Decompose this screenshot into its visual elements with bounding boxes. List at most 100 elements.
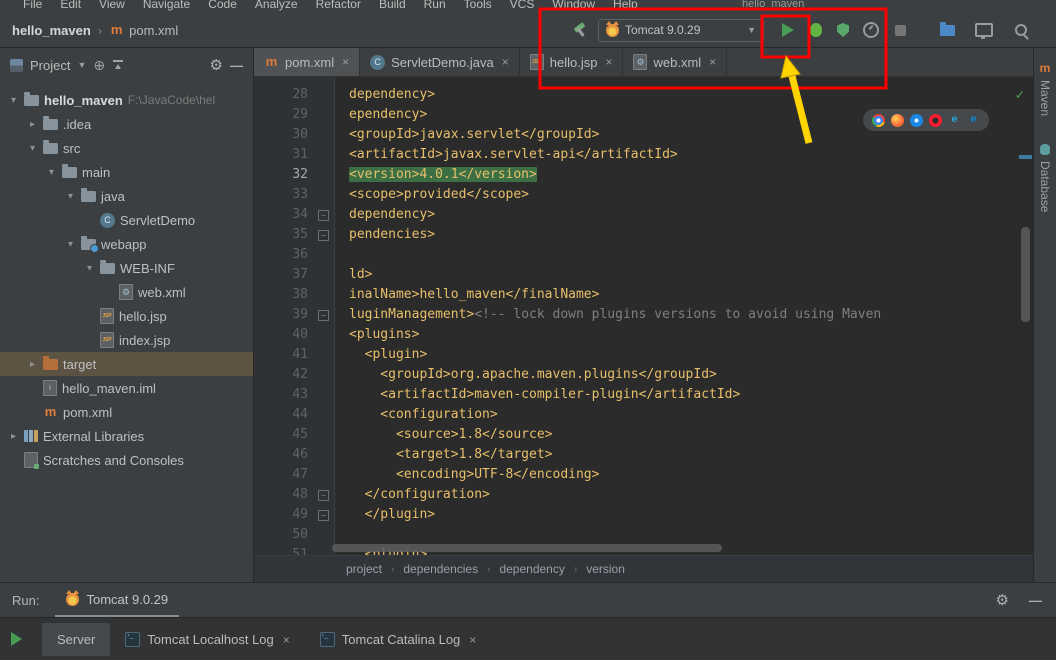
gutter-line[interactable]: 40 bbox=[254, 325, 334, 345]
editor[interactable]: 28 29 30 31 32 33 34 35 36 37 38 39 40 41 42 43 44 45 46 47… bbox=[254, 77, 1033, 555]
close-icon[interactable] bbox=[709, 55, 716, 69]
menu-help[interactable]: Help bbox=[604, 0, 647, 12]
breadcrumb-project[interactable]: hello_maven bbox=[12, 23, 91, 38]
gutter-line[interactable]: 31 bbox=[254, 145, 334, 165]
gutter-line[interactable]: 50 bbox=[254, 525, 334, 545]
code-line[interactable]: <artifactId>maven-compiler-plugin</artif… bbox=[349, 385, 1033, 405]
gutter-line[interactable]: 47 bbox=[254, 465, 334, 485]
tab-servletdemo-java[interactable]: ServletDemo.java bbox=[360, 48, 520, 76]
debug-button[interactable] bbox=[810, 23, 822, 37]
tab-web-xml[interactable]: web.xml bbox=[623, 48, 728, 76]
code-line[interactable]: <groupId>org.apache.maven.plugins</group… bbox=[349, 365, 1033, 385]
code-line[interactable]: </plugin> bbox=[349, 505, 1033, 525]
chevron-down-icon[interactable]: ▾ bbox=[46, 167, 57, 178]
xml-breadcrumb-version[interactable]: version bbox=[586, 562, 625, 576]
gutter-line[interactable]: 38 bbox=[254, 285, 334, 305]
code-line[interactable]: ld> bbox=[349, 265, 1033, 285]
tree-item-pom-xml[interactable]: pom.xml bbox=[0, 400, 253, 424]
close-icon[interactable] bbox=[342, 55, 349, 69]
gutter-line[interactable]: 34 bbox=[254, 205, 334, 225]
chevron-right-icon[interactable]: ▸ bbox=[27, 119, 38, 130]
gutter-line[interactable]: 30 bbox=[254, 125, 334, 145]
bottom-tab-tomcat-catalina-log[interactable]: Tomcat Catalina Log bbox=[305, 623, 492, 656]
opera-browser-icon[interactable] bbox=[929, 113, 942, 127]
gutter-line[interactable]: 51 bbox=[254, 545, 334, 555]
chevron-right-icon[interactable]: ▸ bbox=[27, 359, 38, 370]
tree-item-servletdemo[interactable]: ServletDemo bbox=[0, 208, 253, 232]
tree-item-hello-maven[interactable]: ▾ hello_maven F:\JavaCode\hel bbox=[0, 88, 253, 112]
close-icon[interactable] bbox=[469, 633, 476, 647]
gutter-line[interactable]: 48 bbox=[254, 485, 334, 505]
menu-run[interactable]: Run bbox=[415, 0, 455, 12]
code-line[interactable]: </configuration> bbox=[349, 485, 1033, 505]
menu-file[interactable]: File bbox=[14, 0, 51, 12]
edge-browser-icon[interactable]: e bbox=[967, 114, 980, 127]
breadcrumb-file[interactable]: pom.xml bbox=[109, 23, 178, 38]
menu-analyze[interactable]: Analyze bbox=[246, 0, 307, 12]
code-line[interactable]: luginManagement><!-- lock down plugins v… bbox=[349, 305, 1033, 325]
gutter-line[interactable]: 39 bbox=[254, 305, 334, 325]
build-hammer-icon[interactable] bbox=[572, 22, 588, 38]
chevron-down-icon[interactable]: ▾ bbox=[27, 143, 38, 154]
tab-hello-jsp[interactable]: hello.jsp bbox=[520, 48, 624, 76]
code-line[interactable]: <source>1.8</source> bbox=[349, 425, 1033, 445]
chevron-down-icon[interactable]: ▾ bbox=[84, 263, 95, 274]
xml-breadcrumb-project[interactable]: project bbox=[346, 562, 382, 576]
gutter-line[interactable]: 42 bbox=[254, 365, 334, 385]
menu-window[interactable]: Window bbox=[543, 0, 604, 12]
gutter-line[interactable]: 29 bbox=[254, 105, 334, 125]
fold-marker-icon[interactable] bbox=[314, 485, 334, 505]
tree-item-index-jsp[interactable]: index.jsp bbox=[0, 328, 253, 352]
rerun-button[interactable] bbox=[11, 632, 22, 646]
stripe-tab-database[interactable]: Database bbox=[1038, 144, 1052, 212]
menu-view[interactable]: View bbox=[90, 0, 134, 12]
code-line[interactable]: pendencies> bbox=[349, 225, 1033, 245]
gear-icon[interactable]: ⚙ bbox=[996, 593, 1009, 608]
ie-browser-icon[interactable]: e bbox=[948, 114, 961, 127]
open-folder-icon[interactable] bbox=[940, 21, 955, 36]
search-everywhere-icon[interactable] bbox=[1015, 24, 1027, 36]
tree-item-hello-maven-iml[interactable]: hello_maven.iml bbox=[0, 376, 253, 400]
gutter-line[interactable]: 43 bbox=[254, 385, 334, 405]
tree-item-src[interactable]: ▾ src bbox=[0, 136, 253, 160]
code-line[interactable]: <scope>provided</scope> bbox=[349, 185, 1033, 205]
code-line[interactable]: <encoding>UTF-8</encoding> bbox=[349, 465, 1033, 485]
bottom-tab-server[interactable]: Server bbox=[42, 623, 111, 656]
menu-tools[interactable]: Tools bbox=[455, 0, 501, 12]
menu-navigate[interactable]: Navigate bbox=[134, 0, 199, 12]
tree-item-webapp[interactable]: ▾ webapp bbox=[0, 232, 253, 256]
close-icon[interactable] bbox=[502, 55, 509, 69]
chrome-browser-icon[interactable] bbox=[872, 113, 885, 127]
close-icon[interactable] bbox=[283, 633, 290, 647]
code-line[interactable]: <artifactId>javax.servlet-api</artifactI… bbox=[349, 145, 1033, 165]
coverage-button[interactable] bbox=[837, 23, 849, 37]
close-icon[interactable] bbox=[605, 55, 612, 69]
gutter-line[interactable]: 45 bbox=[254, 425, 334, 445]
chevron-right-icon[interactable]: ▸ bbox=[8, 431, 19, 442]
collapse-all-icon[interactable] bbox=[112, 59, 124, 71]
stop-button[interactable] bbox=[895, 24, 906, 36]
code-line[interactable]: inalName>hello_maven</finalName> bbox=[349, 285, 1033, 305]
tab-pom-xml[interactable]: pom.xml bbox=[254, 48, 361, 76]
xml-breadcrumb-dependencies[interactable]: dependencies bbox=[403, 562, 478, 576]
code-area[interactable]: dependency> ependency> <groupId>javax.serv… bbox=[335, 77, 1033, 555]
tree-item-web-inf[interactable]: ▾ WEB-INF bbox=[0, 256, 253, 280]
hide-panel-icon[interactable]: — bbox=[230, 58, 243, 73]
run-button[interactable] bbox=[782, 23, 794, 37]
menu-build[interactable]: Build bbox=[370, 0, 415, 12]
gutter-line[interactable]: 33 bbox=[254, 185, 334, 205]
gear-icon[interactable]: ⚙ bbox=[210, 58, 223, 73]
editor-gutter[interactable]: 28 29 30 31 32 33 34 35 36 37 38 39 40 41 42 43 44 45 46 47… bbox=[254, 77, 335, 555]
chevron-down-icon[interactable]: ▾ bbox=[8, 95, 19, 106]
code-line[interactable]: <plugin> bbox=[349, 345, 1033, 365]
gutter-line[interactable]: 41 bbox=[254, 345, 334, 365]
fold-marker-icon[interactable] bbox=[314, 205, 334, 225]
gutter-line[interactable]: 37 bbox=[254, 265, 334, 285]
gutter-line[interactable]: 35 bbox=[254, 225, 334, 245]
tree-item-main[interactable]: ▾ main bbox=[0, 160, 253, 184]
hide-panel-icon[interactable]: — bbox=[1029, 593, 1042, 608]
menu-code[interactable]: Code bbox=[199, 0, 246, 12]
gutter-line[interactable]: 36 bbox=[254, 245, 334, 265]
gutter-line[interactable]: 28 bbox=[254, 85, 334, 105]
fold-marker-icon[interactable] bbox=[314, 305, 334, 325]
